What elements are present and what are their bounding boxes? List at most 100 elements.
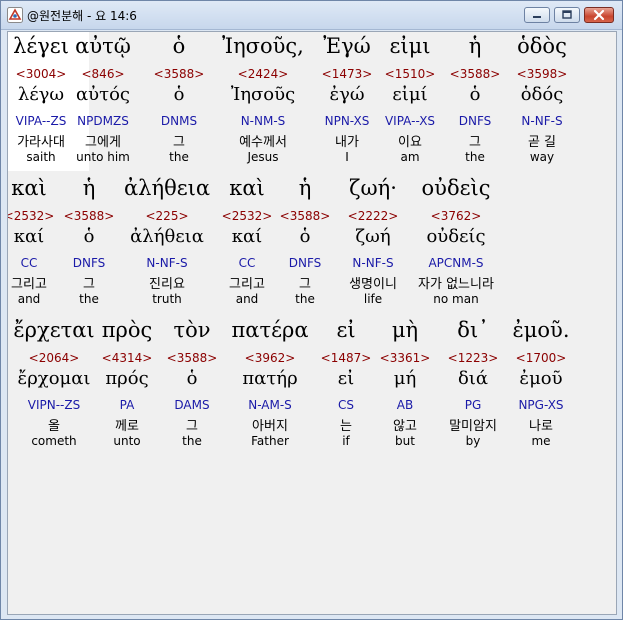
strongs-number: <2222> bbox=[347, 209, 399, 223]
strongs-number: <3588> bbox=[63, 209, 115, 223]
greek-word: ἡ bbox=[468, 34, 482, 58]
parsing-code: CC bbox=[238, 256, 256, 270]
strongs-number: <1223> bbox=[447, 351, 499, 365]
title-bar[interactable]: @원전분해 - 요 14:6 bbox=[1, 1, 622, 30]
greek-word: ἡ bbox=[298, 176, 312, 200]
greek-word: πατέρα bbox=[231, 318, 309, 342]
parsing-code: DNFS bbox=[288, 256, 322, 270]
greek-word: καὶ bbox=[11, 176, 47, 200]
korean-gloss: 그리고 bbox=[11, 277, 47, 292]
korean-gloss: 곧 길 bbox=[527, 135, 557, 150]
greek-word: Ἐγώ bbox=[323, 34, 371, 58]
korean-gloss: 그리고 bbox=[229, 277, 265, 292]
lemma: διά bbox=[457, 368, 489, 389]
main-window: @원전분해 - 요 14:6 λέγει <3004> λέγω VIPA--ZS 가라… bbox=[0, 0, 623, 620]
lemma: ζωή bbox=[355, 226, 391, 247]
parsing-code: N-NF-S bbox=[146, 256, 188, 270]
korean-gloss: 는 bbox=[340, 419, 352, 434]
strongs-number: <2424> bbox=[237, 67, 289, 81]
greek-word: ἡ bbox=[82, 176, 96, 200]
lemma: ἀλήθεια bbox=[130, 226, 204, 247]
strongs-number: <846> bbox=[81, 67, 125, 81]
parsing-code: VIPN--ZS bbox=[27, 398, 81, 412]
strongs-number: <3588> bbox=[279, 209, 331, 223]
greek-word: πρὸς bbox=[101, 318, 153, 342]
minimize-icon bbox=[533, 16, 541, 18]
english-gloss: the bbox=[182, 434, 202, 448]
parsing-code: VIPA--ZS bbox=[15, 114, 67, 128]
lemma: πρός bbox=[105, 368, 149, 389]
lemma: ὁ bbox=[173, 84, 185, 105]
parsing-code: N-NF-S bbox=[352, 256, 394, 270]
lemma: καί bbox=[13, 226, 45, 247]
english-gloss: the bbox=[465, 150, 485, 164]
strongs-number: <3598> bbox=[516, 67, 568, 81]
greek-word: ἔρχεται bbox=[13, 318, 95, 342]
lemma: ὁ bbox=[299, 226, 311, 247]
parsing-code: AB bbox=[396, 398, 414, 412]
greek-word: αὐτῷ bbox=[75, 34, 131, 58]
lemma: ὁ bbox=[186, 368, 198, 389]
english-gloss: Father bbox=[251, 434, 289, 448]
korean-gloss: 그 bbox=[299, 277, 311, 292]
korean-gloss: 예수께서 bbox=[239, 135, 287, 150]
lemma: εἰ bbox=[337, 368, 355, 389]
korean-gloss: 이요 bbox=[398, 135, 422, 150]
greek-word: λέγει bbox=[13, 34, 69, 58]
greek-word: δι᾽ bbox=[457, 318, 489, 342]
parsing-code: PA bbox=[119, 398, 135, 412]
parsing-code: VIPA--XS bbox=[384, 114, 436, 128]
parsing-code: N-AM-S bbox=[248, 398, 292, 412]
lemma: ὁ bbox=[83, 226, 95, 247]
korean-gloss: 진리요 bbox=[149, 277, 185, 292]
english-gloss: life bbox=[363, 292, 383, 306]
korean-gloss: 께로 bbox=[115, 419, 139, 434]
parsing-code: DNFS bbox=[458, 114, 492, 128]
strongs-number: <1487> bbox=[320, 351, 372, 365]
korean-gloss: 나로 bbox=[529, 419, 553, 434]
greek-word: τὸν bbox=[173, 318, 211, 342]
maximize-button[interactable] bbox=[554, 7, 580, 23]
lemma: λέγω bbox=[17, 84, 65, 105]
english-gloss: and bbox=[17, 292, 41, 306]
strongs-number: <3588> bbox=[166, 351, 218, 365]
greek-word: Ἰησοῦς, bbox=[222, 34, 304, 58]
english-gloss: I bbox=[345, 150, 349, 164]
english-gloss: me bbox=[531, 434, 551, 448]
app-icon bbox=[7, 7, 23, 23]
greek-word: ἐμοῦ. bbox=[512, 318, 570, 342]
english-gloss: am bbox=[400, 150, 420, 164]
english-gloss: cometh bbox=[31, 434, 77, 448]
parsing-code: DNMS bbox=[160, 114, 198, 128]
strongs-number: <3962> bbox=[244, 351, 296, 365]
strongs-number: <225> bbox=[145, 209, 189, 223]
strongs-number: <2532> bbox=[221, 209, 273, 223]
close-button[interactable] bbox=[584, 7, 614, 23]
strongs-number: <1473> bbox=[321, 67, 373, 81]
parsing-code: N-NM-S bbox=[240, 114, 286, 128]
lemma: ὁδός bbox=[520, 84, 564, 105]
parsing-code: NPDMZS bbox=[77, 114, 129, 128]
greek-word: μὴ bbox=[391, 318, 419, 342]
lemma: ὁ bbox=[469, 84, 481, 105]
english-gloss: truth bbox=[152, 292, 182, 306]
strongs-number: <2064> bbox=[28, 351, 80, 365]
lemma: ἐμοῦ bbox=[519, 368, 563, 389]
korean-gloss: 가라사대 bbox=[17, 135, 65, 150]
english-gloss: if bbox=[342, 434, 350, 448]
minimize-button[interactable] bbox=[524, 7, 550, 23]
english-gloss: by bbox=[465, 434, 481, 448]
lemma: πατήρ bbox=[242, 368, 298, 389]
greek-word: ἀλήθεια bbox=[123, 176, 211, 200]
interlinear-pane[interactable]: λέγει <3004> λέγω VIPA--ZS 가라사대 saith αὐτῷ <846… bbox=[7, 31, 617, 615]
english-gloss: unto him bbox=[76, 150, 130, 164]
close-icon bbox=[593, 9, 605, 21]
parsing-code: DAMS bbox=[174, 398, 210, 412]
english-gloss: and bbox=[235, 292, 259, 306]
lemma: ἐγώ bbox=[329, 84, 365, 105]
parsing-code: CS bbox=[338, 398, 354, 412]
korean-gloss: 내가 bbox=[335, 135, 359, 150]
strongs-number: <1510> bbox=[384, 67, 436, 81]
lemma: Ἰησοῦς bbox=[230, 84, 296, 105]
korean-gloss: 생명이니 bbox=[349, 277, 397, 292]
